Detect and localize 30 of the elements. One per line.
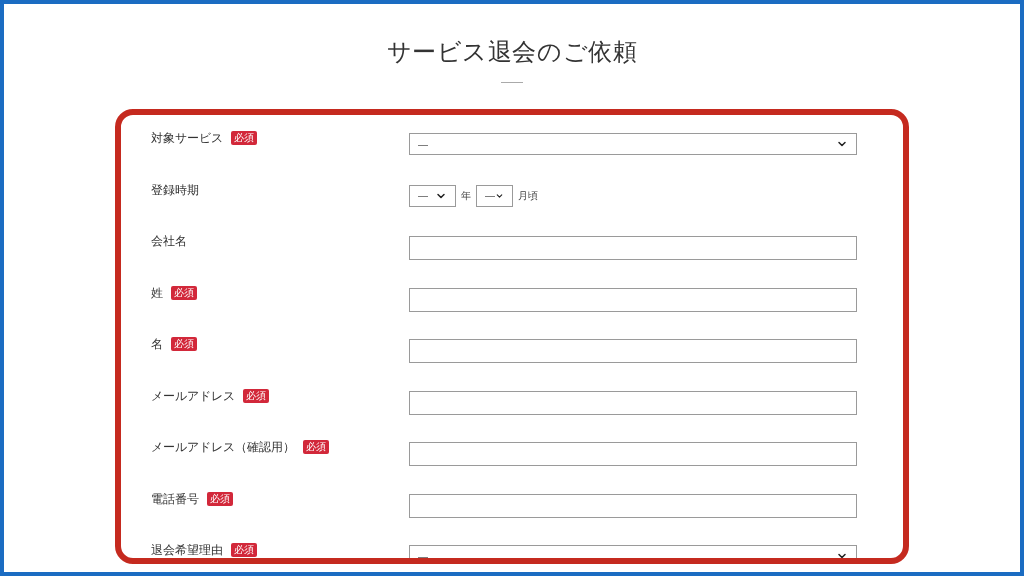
required-badge: 必須 [231, 131, 257, 145]
input-field[interactable] [409, 236, 857, 260]
field-label: 退会希望理由 [151, 542, 223, 558]
year-label: 年 [461, 189, 471, 203]
required-badge: 必須 [303, 440, 329, 454]
field-label: メールアドレス [151, 387, 235, 405]
input-field[interactable] [409, 390, 857, 415]
required-badge: 必須 [243, 388, 269, 403]
input-field[interactable] [409, 287, 857, 312]
input-field[interactable] [409, 442, 857, 466]
dropdown[interactable]: — [409, 545, 857, 558]
required-badge: 必須 [231, 543, 257, 557]
field-label: 名 [151, 336, 163, 353]
field-label: 会社名 [151, 233, 187, 250]
dropdown[interactable]: — [476, 184, 513, 207]
field-label: 対象サービス [151, 130, 223, 147]
field-label: 電話番号 [151, 490, 199, 508]
required-badge: 必須 [171, 337, 197, 351]
field-label: 登録時期 [151, 181, 199, 199]
title-underline [501, 82, 523, 83]
dropdown[interactable]: — [409, 184, 456, 207]
field-label: メールアドレス（確認用） [151, 439, 295, 456]
page-title: サービス退会のご依頼 [386, 37, 638, 67]
field-label: 姓 [151, 284, 163, 302]
input-field[interactable] [409, 493, 857, 518]
month-label: 月頃 [518, 189, 538, 203]
required-badge: 必須 [171, 285, 197, 300]
required-badge: 必須 [207, 491, 233, 506]
dropdown[interactable]: — [409, 133, 857, 155]
input-field[interactable] [409, 339, 857, 363]
